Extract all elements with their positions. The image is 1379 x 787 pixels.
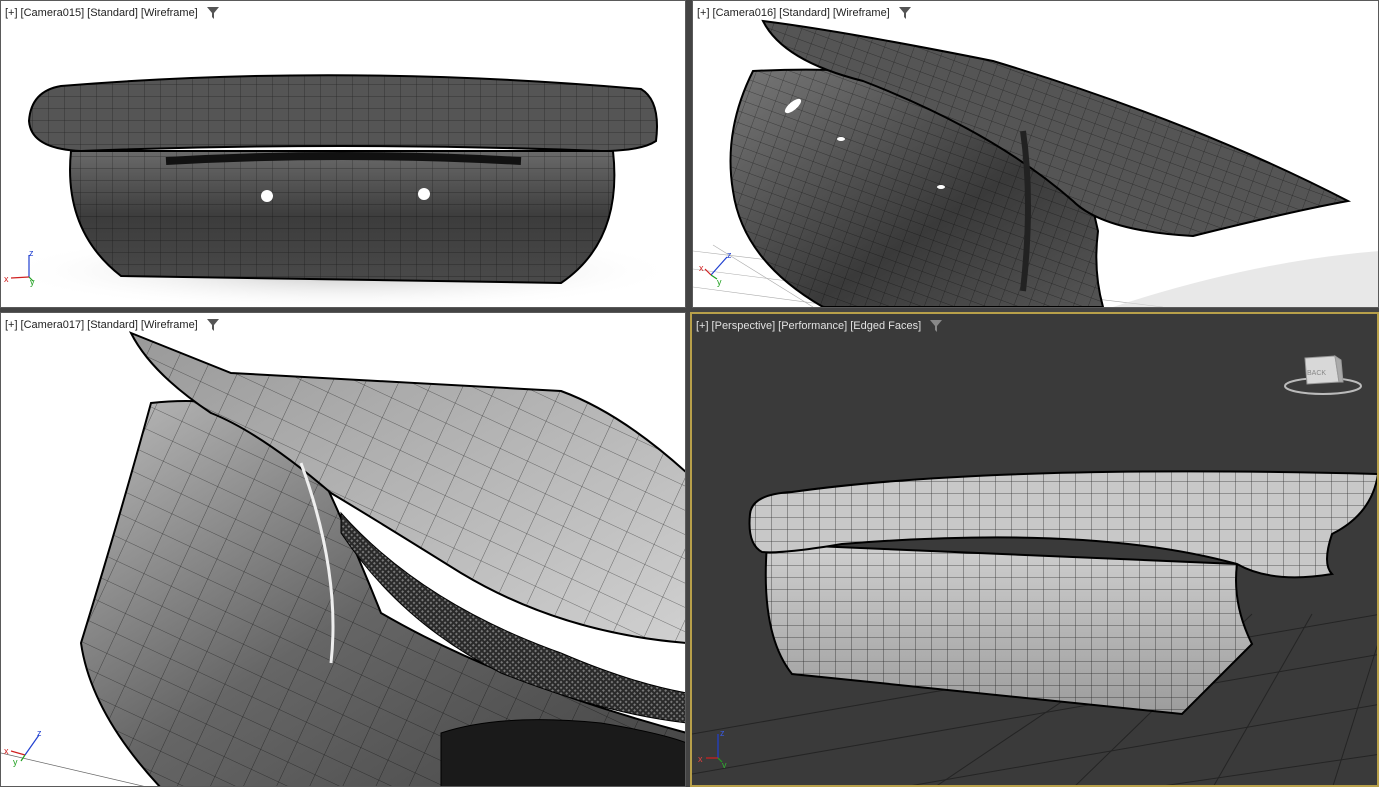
viewport-label: [+] [Perspective] [Performance] [Edged Face… [696, 320, 943, 333]
axis-z-label: z [37, 728, 42, 738]
axis-gizmo: z x y [4, 248, 35, 287]
wireframe-render [1, 331, 685, 786]
wireframe-render [1, 74, 681, 307]
axis-y-label: y [722, 760, 727, 768]
viewport-shading-menu[interactable]: [Standard] [87, 7, 138, 19]
viewcube[interactable]: BACK [1283, 352, 1363, 398]
axis-y-label: y [717, 277, 722, 287]
axis-x-label: x [699, 263, 704, 273]
axis-x-label: x [4, 274, 9, 284]
viewport-label: [+] [Camera015] [Standard] [Wireframe] [5, 7, 219, 20]
axis-z-label: z [720, 728, 725, 738]
axis-gizmo: z x y [699, 250, 732, 287]
viewport-menu-plus[interactable]: [+] [5, 7, 18, 19]
viewport-display-mode-menu[interactable]: [Wireframe] [141, 319, 198, 331]
viewport-display-mode-menu[interactable]: [Wireframe] [833, 7, 890, 19]
viewport-shading-menu[interactable]: [Performance] [778, 320, 847, 332]
wireframe-render [693, 19, 1378, 307]
axis-gizmo: z x y [698, 728, 727, 768]
viewcube-face-label: BACK [1307, 370, 1326, 377]
axis-x-label: x [4, 746, 9, 756]
axis-x-label: x [698, 754, 703, 764]
viewport-shading-menu[interactable]: [Standard] [87, 319, 138, 331]
viewport-menu-plus[interactable]: [+] [5, 319, 18, 331]
axis-gizmo: z x y [4, 728, 42, 767]
viewport-camera-menu[interactable]: [Camera016] [713, 7, 777, 19]
axis-y-label: y [30, 277, 35, 287]
axis-y-label: y [13, 757, 18, 767]
viewport-display-mode-menu[interactable]: [Wireframe] [141, 7, 198, 19]
edged-faces-render [692, 470, 1377, 785]
viewport-label: [+] [Camera016] [Standard] [Wireframe] [697, 7, 911, 20]
axis-z-label: z [727, 250, 732, 260]
axis-z-label: z [29, 248, 34, 258]
viewport-shading-menu[interactable]: [Standard] [779, 7, 830, 19]
viewport-menu-plus[interactable]: [+] [697, 7, 710, 19]
funnel-icon[interactable] [898, 7, 911, 20]
viewport-camera016[interactable]: [+] [Camera016] [Standard] [Wireframe] z… [692, 0, 1379, 308]
viewport-display-mode-menu[interactable]: [Edged Faces] [850, 320, 921, 332]
funnel-icon[interactable] [206, 7, 219, 20]
viewport-camera-menu[interactable]: [Camera015] [21, 7, 85, 19]
viewport-perspective[interactable]: [+] [Perspective] [Performance] [Edged Face… [690, 312, 1379, 787]
viewport-camera-menu[interactable]: [Camera017] [21, 319, 85, 331]
viewport-camera-menu[interactable]: [Perspective] [712, 320, 776, 332]
viewport-camera017[interactable]: [+] [Camera017] [Standard] [Wireframe] z… [0, 312, 686, 787]
viewport-label: [+] [Camera017] [Standard] [Wireframe] [5, 319, 219, 332]
viewport-menu-plus[interactable]: [+] [696, 320, 709, 332]
funnel-icon[interactable] [930, 320, 943, 333]
viewport-camera015[interactable]: [+] [Camera015] [Standard] [Wireframe] z x … [0, 0, 686, 308]
funnel-icon[interactable] [206, 319, 219, 332]
